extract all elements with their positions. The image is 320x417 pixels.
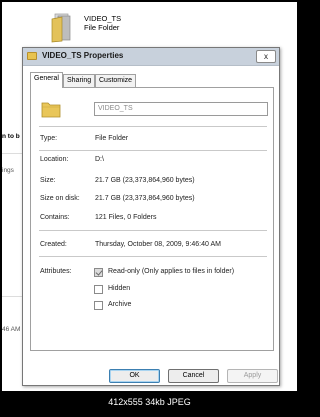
attributes-label: Attributes:: [40, 268, 72, 275]
title-bar[interactable]: VIDEO_TS Properties x: [23, 48, 279, 66]
folder-name: VIDEO_TS: [84, 14, 122, 23]
properties-dialog: VIDEO_TS Properties x General Sharing Cu…: [22, 47, 280, 386]
close-icon: x: [264, 52, 268, 61]
desktop-icon-label[interactable]: VIDEO_TS File Folder: [84, 14, 121, 32]
close-button[interactable]: x: [256, 50, 276, 63]
folder-icon: [41, 102, 61, 118]
background-text-fragment: 46 AM: [2, 326, 21, 333]
read-only-checkbox[interactable]: [94, 268, 103, 277]
general-panel: VIDEO_TS Type: File Folder Location: D:\…: [30, 87, 274, 351]
created-value: Thursday, October 08, 2009, 9:46:40 AM: [95, 241, 221, 248]
divider: [39, 256, 267, 257]
hidden-label[interactable]: Hidden: [108, 285, 130, 292]
location-value: D:\: [95, 156, 104, 163]
apply-button[interactable]: Apply: [227, 369, 278, 383]
divider: [39, 230, 267, 231]
size-on-disk-value: 21.7 GB (23,373,864,960 bytes): [95, 195, 195, 202]
image-caption: 412x555 34kb JPEG: [108, 397, 191, 407]
size-value: 21.7 GB (23,373,864,960 bytes): [95, 177, 195, 184]
size-label: Size:: [40, 177, 56, 184]
location-label: Location:: [40, 156, 69, 163]
folder-name-input[interactable]: VIDEO_TS: [94, 102, 268, 116]
read-only-label[interactable]: Read-only (Only applies to files in fold…: [108, 268, 234, 275]
contains-value: 121 Files, 0 Folders: [95, 214, 157, 221]
folder-type: File Folder: [84, 23, 120, 32]
type-value: File Folder: [95, 135, 129, 142]
tab-general[interactable]: General: [30, 72, 63, 88]
size-on-disk-label: Size on disk:: [40, 195, 80, 202]
screenshot-frame: n to b ings 46 AM VIDEO_TS File Folder V…: [2, 2, 297, 391]
background-text-fragment: ings: [2, 167, 14, 174]
folder-icon[interactable]: [50, 13, 74, 43]
created-label: Created:: [40, 241, 67, 248]
background-text-fragment: n to b: [2, 133, 20, 140]
archive-label[interactable]: Archive: [108, 301, 131, 308]
type-label: Type:: [40, 135, 58, 142]
tab-sharing[interactable]: Sharing: [63, 74, 96, 87]
archive-checkbox[interactable]: [94, 301, 103, 310]
tab-customize[interactable]: Customize: [95, 74, 137, 87]
divider: [39, 126, 267, 127]
dialog-title: VIDEO_TS Properties: [42, 51, 124, 60]
folder-icon: [27, 52, 37, 60]
hidden-checkbox[interactable]: [94, 285, 103, 294]
cancel-button[interactable]: Cancel: [168, 369, 219, 383]
ok-button[interactable]: OK: [109, 369, 160, 383]
divider: [39, 150, 267, 151]
contains-label: Contains:: [40, 214, 70, 221]
